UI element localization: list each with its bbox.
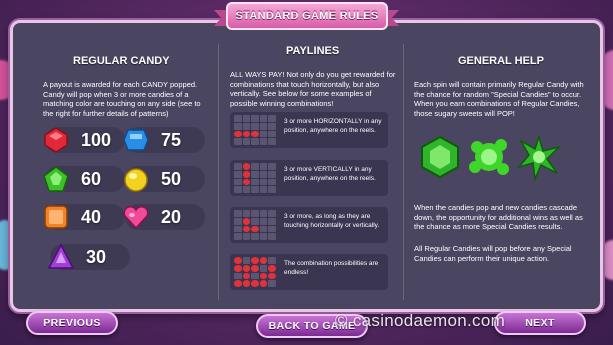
candy-paytable-entry: 60 <box>43 166 125 192</box>
candy-value: 75 <box>161 130 182 150</box>
payline-example-horizontal: 3 or more HORIZONTALLY in any position, … <box>230 112 388 148</box>
column-divider <box>218 44 219 300</box>
payline-text: 3 or more HORIZONTALLY in any position, … <box>284 118 382 134</box>
green-splash-special-candy-icon <box>469 139 509 175</box>
general-help-paragraph-3: All Regular Candies will pop before any … <box>414 244 572 263</box>
candy-paytable-entry: 40 <box>44 204 125 230</box>
previous-button[interactable]: PREVIOUS <box>26 311 118 335</box>
candy-value: 50 <box>161 169 182 189</box>
yellow-candy-icon <box>124 168 148 192</box>
page-title: STANDARD GAME RULES <box>226 2 388 30</box>
candy-value: 100 <box>81 130 112 150</box>
pink-heart-candy-icon <box>123 206 149 230</box>
general-help-paragraph-1: Each spin will contain primarily Regular… <box>414 80 584 118</box>
general-help-paragraph-2: When the candies pop and new candies cas… <box>414 203 583 231</box>
payline-grid <box>234 163 276 193</box>
candy-paytable-entry: 30 <box>48 244 130 270</box>
red-candy-icon <box>44 127 68 153</box>
payline-grid <box>234 115 276 145</box>
payline-example-touching: 3 or more, as long as they are touching … <box>230 207 388 243</box>
candy-value: 60 <box>81 169 102 189</box>
blue-candy-icon <box>123 129 149 151</box>
general-help-heading: GENERAL HELP <box>458 55 544 67</box>
paylines-description: ALL WAYS PAY! Not only do you get reward… <box>230 70 396 108</box>
orange-candy-icon <box>44 205 68 229</box>
payline-example-endless: The combination possibilities are endles… <box>230 254 388 290</box>
candy-paytable-entry: 100 <box>44 127 125 153</box>
regular-candy-heading: REGULAR CANDY <box>73 55 170 67</box>
candy-value: 40 <box>81 207 102 227</box>
candy-value: 30 <box>86 247 107 267</box>
column-divider <box>403 44 404 300</box>
paylines-heading: PAYLINES <box>286 45 340 57</box>
payline-text: 3 or more VERTICALLY in any position, an… <box>284 166 376 182</box>
regular-candy-description: A payout is awarded for each CANDY poppe… <box>43 80 201 118</box>
green-candy-icon <box>43 166 69 192</box>
payline-grid <box>234 210 276 240</box>
payline-example-vertical: 3 or more VERTICALLY in any position, an… <box>230 160 388 196</box>
candy-paytable-entry: 20 <box>123 204 205 230</box>
purple-triangle-candy-icon <box>48 244 74 269</box>
green-gem-special-candy-icon <box>421 135 459 179</box>
candy-paytable-entry: 75 <box>123 127 205 153</box>
green-burst-special-candy-icon <box>516 134 562 181</box>
payline-grid <box>234 257 276 287</box>
candy-paytable-entry: 50 <box>124 166 205 192</box>
payline-text: The combination possibilities are endles… <box>284 260 379 276</box>
next-button[interactable]: NEXT <box>494 311 586 335</box>
watermark: © casinodaemon.com <box>335 311 506 330</box>
payline-text: 3 or more, as long as they are touching … <box>284 213 380 229</box>
candy-value: 20 <box>161 207 182 227</box>
